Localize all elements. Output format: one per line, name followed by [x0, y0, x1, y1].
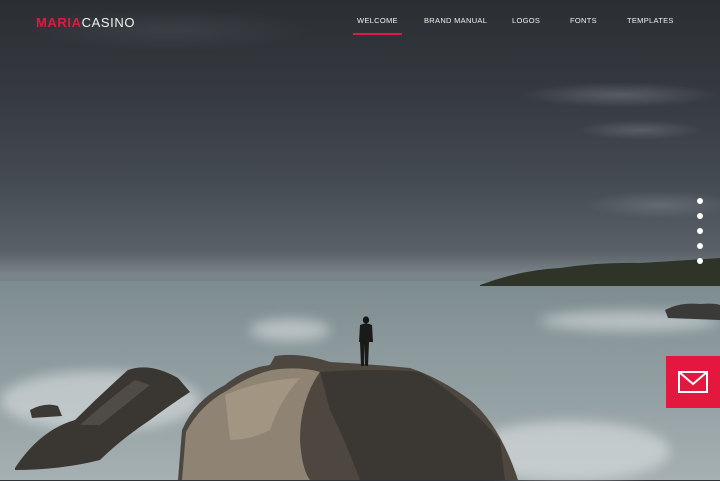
main-nav: WELCOME BRAND MANUAL LOGOS FONTS TEMPLAT…: [0, 16, 720, 38]
slide-dot-2[interactable]: [697, 213, 703, 219]
person-silhouette: [359, 316, 373, 366]
slide-dot-5[interactable]: [697, 258, 703, 264]
hero-scene: [15, 258, 720, 480]
nav-item-brand-manual[interactable]: BRAND MANUAL: [424, 16, 487, 25]
hero-background: [0, 0, 720, 481]
nav-item-templates[interactable]: TEMPLATES: [627, 16, 674, 25]
nav-item-logos[interactable]: LOGOS: [512, 16, 540, 25]
slide-dot-4[interactable]: [697, 243, 703, 249]
contact-button[interactable]: [666, 356, 720, 408]
slide-dots: [697, 198, 703, 273]
nav-item-welcome[interactable]: WELCOME: [353, 16, 402, 35]
slide-dot-3[interactable]: [697, 228, 703, 234]
envelope-icon: [678, 371, 708, 393]
nav-item-fonts[interactable]: FONTS: [570, 16, 597, 25]
slide-dot-1[interactable]: [697, 198, 703, 204]
